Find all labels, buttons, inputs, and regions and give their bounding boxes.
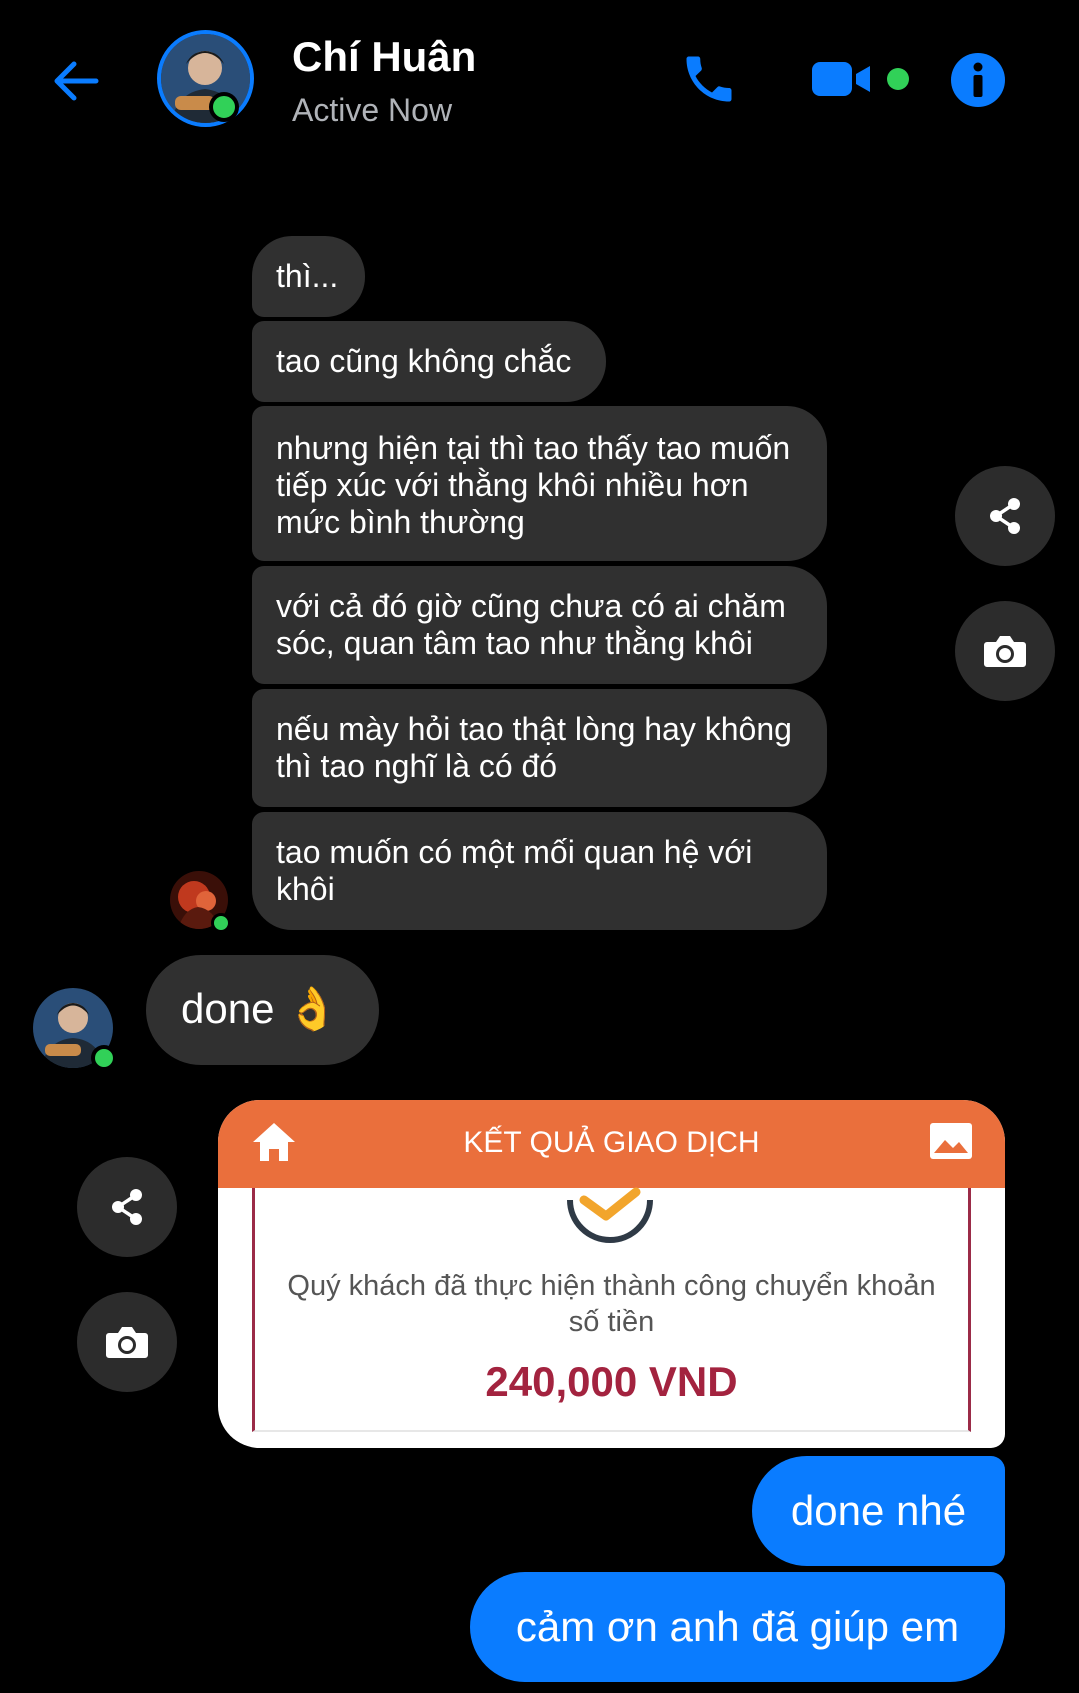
- online-status-dot: [209, 92, 239, 122]
- camera-icon: [984, 636, 1026, 667]
- message-bubble-outgoing[interactable]: cảm ơn anh đã giúp em: [470, 1572, 1005, 1682]
- share-icon: [112, 1189, 142, 1225]
- share-button[interactable]: [77, 1157, 177, 1257]
- message-bubble-incoming[interactable]: tao cũng không chắc: [252, 321, 606, 402]
- back-arrow-icon[interactable]: [50, 55, 102, 107]
- message-text: thì...: [276, 258, 339, 294]
- message-bubble-incoming[interactable]: với cả đó giờ cũng chưa có ai chăm sóc, …: [252, 566, 827, 684]
- transaction-message: Quý khách đã thực hiện thành công chuyển…: [287, 1270, 936, 1338]
- camera-button[interactable]: [77, 1292, 177, 1392]
- share-button[interactable]: [955, 466, 1055, 566]
- message-text: nếu mày hỏi tao thật lòng hay không thì …: [276, 711, 792, 784]
- video-online-dot: [887, 68, 909, 90]
- transaction-image[interactable]: KẾT QUẢ GIAO DỊCH Quý khách đã thực hiện…: [218, 1100, 1005, 1448]
- image-icon: [930, 1123, 972, 1159]
- message-text: với cả đó giờ cũng chưa có ai chăm sóc, …: [276, 588, 786, 661]
- transaction-title: KẾT QUẢ GIAO DỊCH: [463, 1126, 760, 1159]
- message-text: done nhé: [790, 1487, 967, 1534]
- share-icon: [990, 498, 1020, 534]
- message-text: done 👌: [181, 985, 339, 1032]
- message-bubble-incoming[interactable]: done 👌: [146, 955, 379, 1065]
- contact-name[interactable]: Chí Huân: [292, 33, 476, 81]
- message-text: nhưng hiện tại thì tao thấy tao muốn tiế…: [276, 430, 791, 540]
- transaction-amount: 240,000 VND: [485, 1358, 738, 1405]
- message-bubble-incoming[interactable]: thì...: [252, 236, 365, 317]
- message-bubble-incoming[interactable]: nhưng hiện tại thì tao thấy tao muốn tiế…: [252, 406, 827, 561]
- message-text: tao muốn có một mối quan hệ với khôi: [276, 834, 753, 907]
- camera-button[interactable]: [955, 601, 1055, 701]
- online-status-dot: [91, 1045, 117, 1071]
- message-bubble-incoming[interactable]: tao muốn có một mối quan hệ với khôi: [252, 812, 827, 930]
- message-text: cảm ơn anh đã giúp em: [515, 1603, 960, 1650]
- info-icon[interactable]: [950, 52, 1006, 108]
- online-status-dot: [211, 913, 231, 933]
- message-text: tao cũng không chắc: [276, 343, 572, 379]
- video-camera-icon[interactable]: [810, 58, 874, 100]
- message-bubble-incoming[interactable]: nếu mày hỏi tao thật lòng hay không thì …: [252, 689, 827, 807]
- phone-icon[interactable]: [679, 49, 739, 109]
- success-check-icon: [567, 1187, 653, 1243]
- contact-avatar[interactable]: [157, 30, 254, 127]
- active-status: Active Now: [292, 92, 453, 128]
- message-bubble-outgoing[interactable]: done nhé: [752, 1456, 1005, 1566]
- camera-icon: [106, 1327, 148, 1358]
